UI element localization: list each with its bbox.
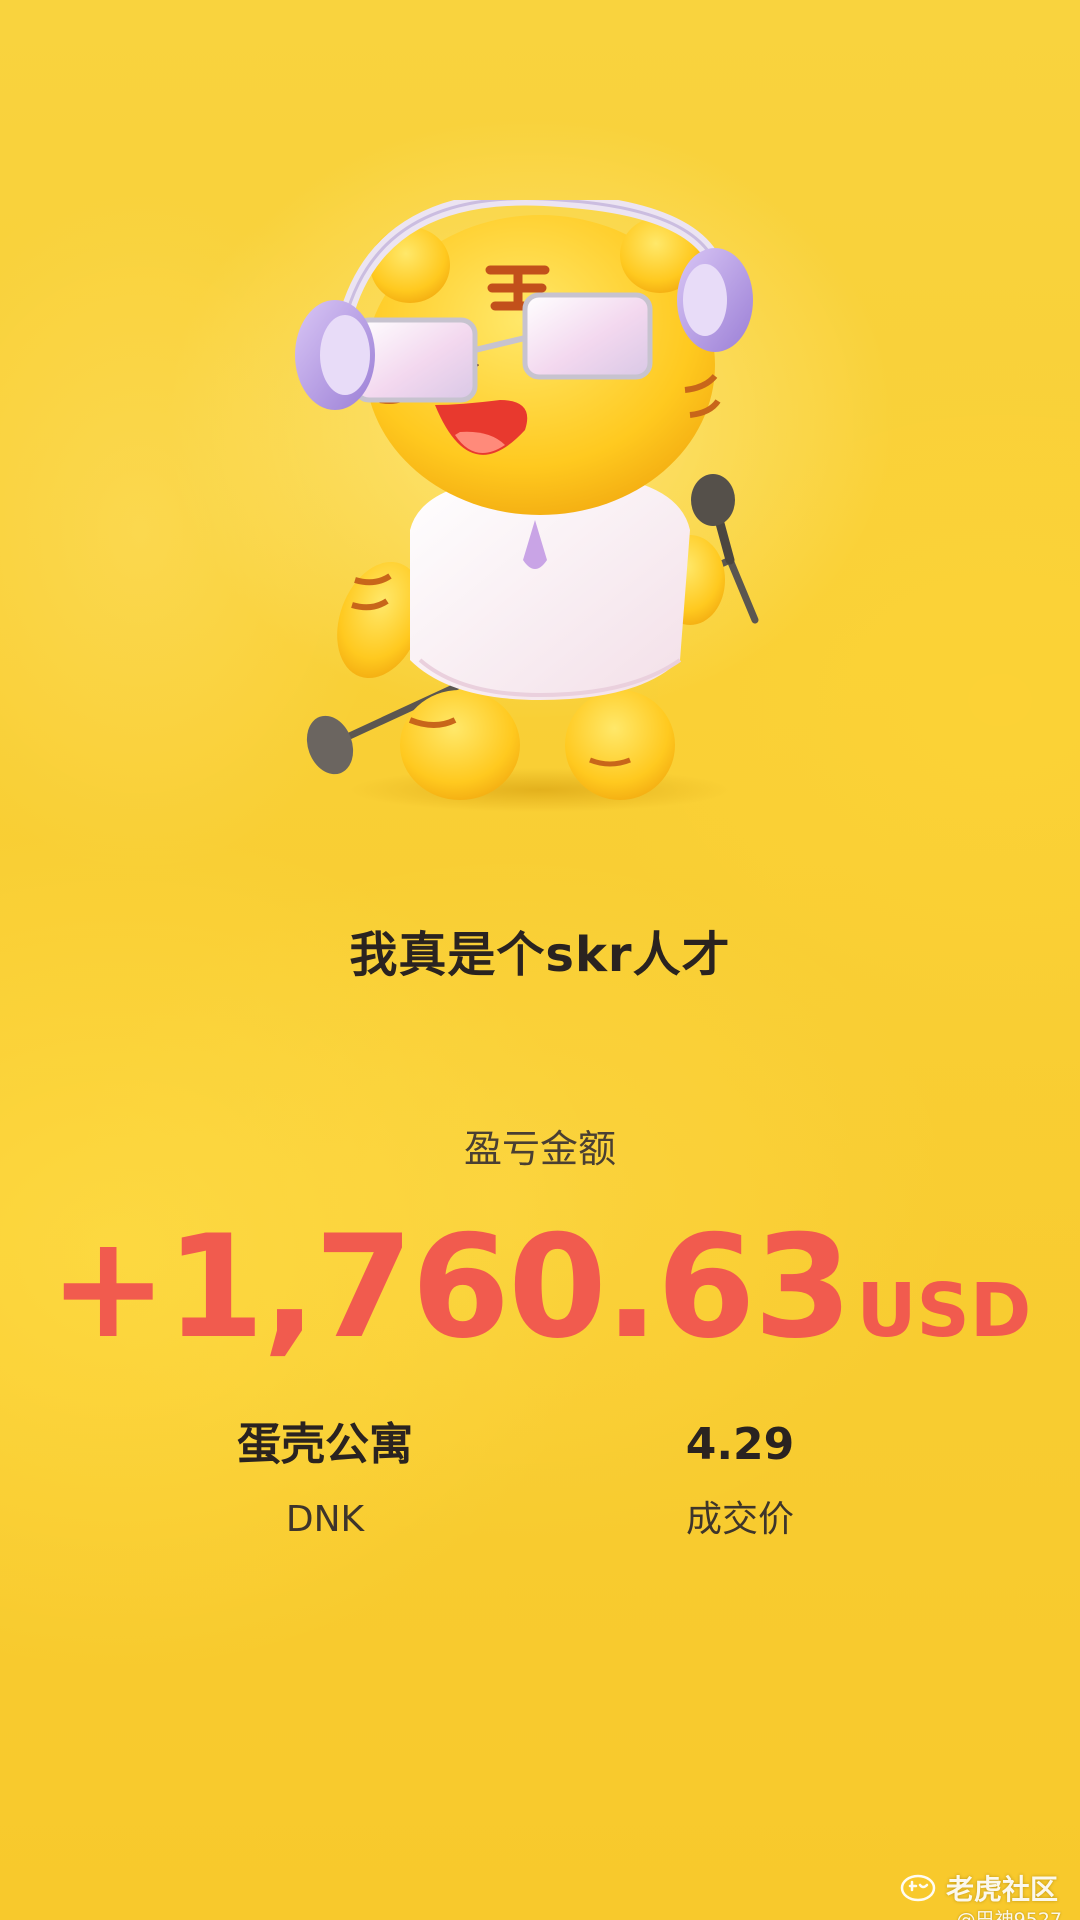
tiger-mascot-icon <box>295 200 759 812</box>
profit-loss-label: 盈亏金额 <box>463 1127 616 1171</box>
stock-info: 蛋壳公寓 DNK <box>175 1415 475 1545</box>
share-card: 我真是个skr人才 盈亏金额 +1,760.63USD 蛋壳公寓 DNK 4.2… <box>0 0 1080 1920</box>
trade-price-label: 成交价 <box>685 1499 794 1540</box>
trade-info: 4.29 成交价 <box>590 1415 890 1545</box>
achievement-title: 我真是个skr人才 <box>349 927 731 983</box>
profit-loss-value: +1,760.63 <box>48 1205 853 1370</box>
watermark-brand: 老虎社区 <box>945 1873 1058 1906</box>
stock-ticker: DNK <box>285 1499 365 1540</box>
watermark-handle: @巴神9527 <box>956 1909 1062 1920</box>
profit-loss-currency: USD <box>856 1268 1032 1354</box>
tiger-logo-icon <box>900 1874 936 1902</box>
trade-price: 4.29 <box>685 1419 795 1470</box>
watermark: 老虎社区 <box>900 1868 1058 1908</box>
stock-name: 蛋壳公寓 <box>237 1419 413 1470</box>
profit-loss-amount: +1,760.63USD <box>0 1205 1080 1370</box>
